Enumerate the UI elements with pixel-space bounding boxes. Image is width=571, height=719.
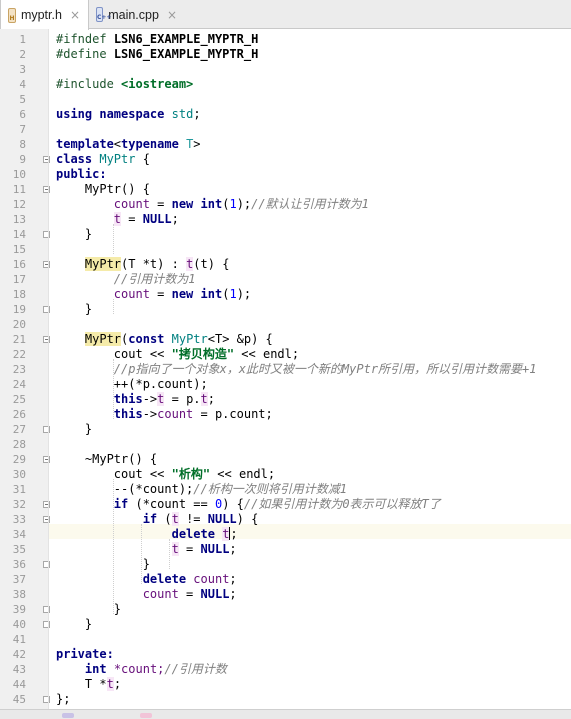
code-line: MyPtr(T *t) : t(t) {	[84, 257, 230, 271]
line-number: 35	[12, 543, 26, 556]
code-line: #define LSN6_EXAMPLE_MYPTR_H	[56, 47, 259, 61]
line-number: 24	[12, 378, 26, 391]
tool-window-icon[interactable]	[140, 713, 152, 718]
line-number: 20	[12, 318, 26, 331]
line-number: 27	[12, 423, 26, 436]
line-number: 18	[12, 288, 26, 301]
line-number: 1	[19, 33, 26, 46]
line-number: 21	[12, 333, 26, 346]
line-number: 11	[12, 183, 26, 196]
code-line: MyPtr() {	[84, 182, 150, 196]
line-number: 42	[12, 648, 26, 661]
code-line: t = NULL;	[113, 212, 179, 226]
line-number: 5	[19, 93, 26, 106]
line-number: 36	[12, 558, 26, 571]
close-icon[interactable]: ×	[70, 8, 80, 22]
line-number: 40	[12, 618, 26, 631]
line-number: 2	[19, 48, 26, 61]
tool-window-icon[interactable]	[62, 713, 74, 718]
line-number: 4	[19, 78, 26, 91]
code-line: template<typename T>	[56, 137, 201, 151]
line-number: 29	[12, 453, 26, 466]
line-number: 9	[19, 153, 26, 166]
code-line: }	[84, 422, 93, 436]
tab-label: main.cpp	[108, 7, 159, 22]
line-number: 30	[12, 468, 26, 481]
line-number: 3	[19, 63, 26, 76]
line-number: 38	[12, 588, 26, 601]
line-number: 14	[12, 228, 26, 241]
line-number: 32	[12, 498, 26, 511]
line-number: 33	[12, 513, 26, 526]
code-line: #include <iostream>	[56, 77, 194, 91]
code-line: //p指向了一个对象x，x此时又被一个新的MyPtr所引用，所以引用计数需要+1	[113, 362, 537, 376]
line-number: 39	[12, 603, 26, 616]
close-icon[interactable]: ×	[167, 8, 177, 22]
gutter-divider	[48, 29, 49, 709]
editor-tab-bar: H myptr.h × C++ main.cpp ×	[0, 0, 571, 30]
line-number: 6	[19, 108, 26, 121]
code-line: count = new int(1);//默认让引用计数为1	[113, 197, 369, 211]
code-line: }	[113, 602, 122, 616]
code-line: t = NULL;	[171, 542, 237, 556]
tab-main-cpp[interactable]: C++ main.cpp ×	[89, 0, 185, 29]
line-number: 8	[19, 138, 26, 151]
line-number: 37	[12, 573, 26, 586]
line-number: 45	[12, 693, 26, 706]
code-line: --(*count);//析构一次则将引用计数减1	[113, 482, 347, 496]
line-number: 22	[12, 348, 26, 361]
code-line: this->count = p.count;	[113, 407, 273, 421]
line-number: 10	[12, 168, 26, 181]
line-number: 15	[12, 243, 26, 256]
code-line: }	[84, 302, 93, 316]
h-file-icon: H	[8, 7, 16, 23]
code-line: private:	[56, 647, 114, 661]
cpp-file-icon: C++	[96, 7, 111, 22]
line-number: 28	[12, 438, 26, 451]
code-line: public:	[56, 167, 107, 181]
code-line: };	[56, 692, 71, 706]
line-number: 26	[12, 408, 26, 421]
tab-myptr-h[interactable]: H myptr.h ×	[0, 0, 89, 30]
line-number: 13	[12, 213, 26, 226]
code-line: }	[84, 617, 93, 631]
indent-guide	[113, 224, 114, 254]
code-line: ~MyPtr() {	[84, 452, 158, 466]
code-line: T *t;	[84, 677, 122, 691]
code-line: cout << "拷贝构造" << endl;	[113, 347, 300, 361]
code-line: count = NULL;	[142, 587, 237, 601]
line-number: 19	[12, 303, 26, 316]
code-line: delete count;	[142, 572, 237, 586]
code-line: #ifndef LSN6_EXAMPLE_MYPTR_H	[56, 32, 259, 46]
line-number: 16	[12, 258, 26, 271]
code-line: }	[142, 557, 150, 571]
line-number: 25	[12, 393, 26, 406]
line-number: 43	[12, 663, 26, 676]
line-number: 31	[12, 483, 26, 496]
code-line: MyPtr(const MyPtr<T> &p) {	[84, 332, 273, 346]
code-line: using namespace std;	[56, 107, 201, 121]
code-line: ++(*p.count);	[113, 377, 208, 391]
line-number: 34	[12, 528, 26, 541]
code-line: cout << "析构" << endl;	[113, 467, 276, 481]
tab-label: myptr.h	[20, 8, 62, 22]
code-line: this->t = p.t;	[113, 392, 215, 406]
code-line: }	[84, 227, 93, 241]
line-number: 44	[12, 678, 26, 691]
line-number: 41	[12, 633, 26, 646]
code-line: int *count;//引用计数	[84, 662, 227, 676]
line-number: 23	[12, 363, 26, 376]
code-line: //引用计数为1	[113, 272, 196, 286]
code-line: delete t;	[171, 527, 238, 541]
code-line: count = new int(1);	[113, 287, 252, 301]
line-number: 17	[12, 273, 26, 286]
line-number: 12	[12, 198, 26, 211]
code-line: if (*count == 0) {//如果引用计数为0表示可以释放T了	[113, 497, 441, 511]
code-line: if (t != NULL) {	[142, 512, 259, 526]
code-line: class MyPtr {	[56, 152, 150, 166]
line-number-gutter: 1 2 3 4 5 6 7 8 9 10 11 12 13 14 15 16 1…	[0, 29, 50, 709]
line-number: 7	[19, 123, 26, 136]
